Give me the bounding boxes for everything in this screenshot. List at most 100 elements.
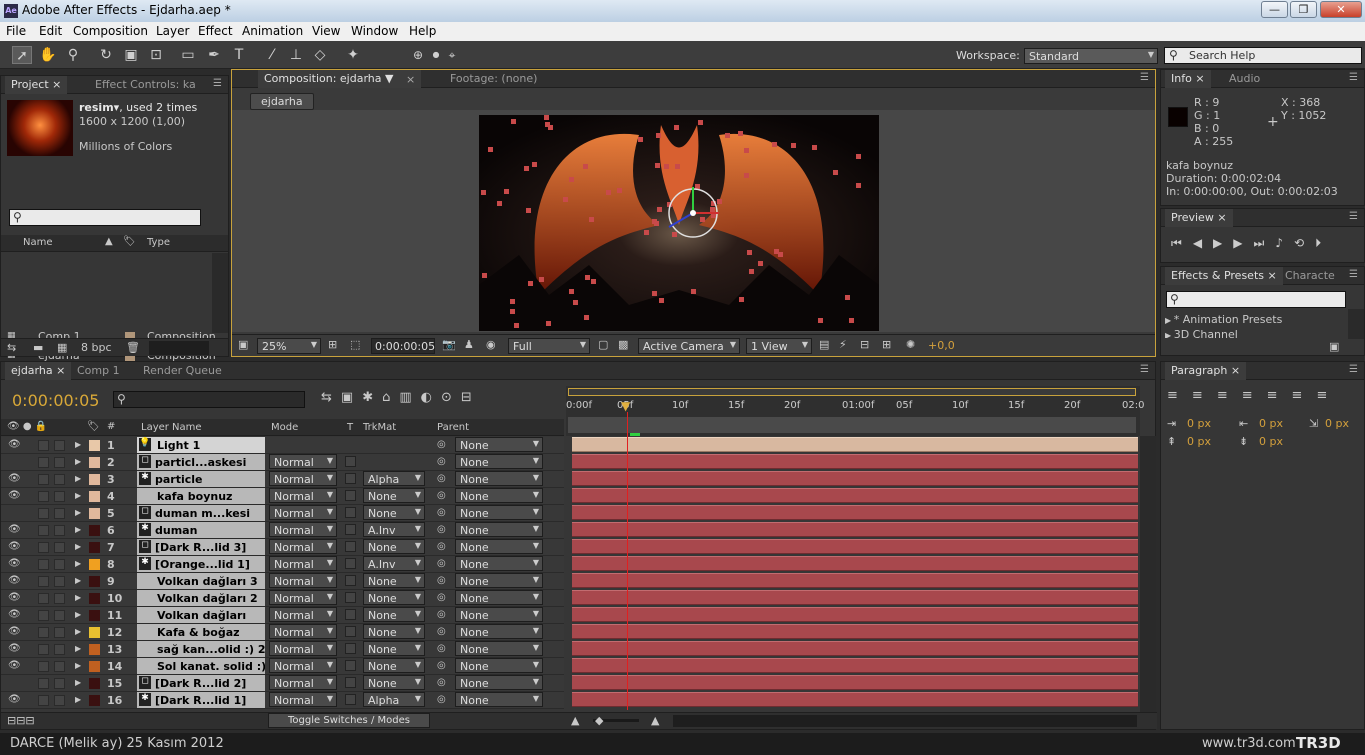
column-mode[interactable]: Mode [271,422,298,433]
toggle-pixel-aspect-icon[interactable]: ▤ [819,338,829,351]
timeline-vscroll[interactable] [1140,436,1156,712]
layer-name[interactable]: Volkan dağları [157,609,265,622]
expand-triangle-icon[interactable]: ▶ [75,627,81,636]
indent-left-value[interactable]: 0 px [1187,417,1211,430]
solo-switch[interactable] [38,525,49,536]
pen-tool-icon[interactable]: ✒ [204,46,224,64]
zoom-slider-thumb-icon[interactable]: ◆ [595,714,603,727]
layer-name[interactable]: Volkan dağları 3 [157,575,265,588]
blend-mode-dropdown[interactable]: Normal [269,658,337,673]
layer-search-input[interactable] [113,391,305,408]
clone-stamp-tool-icon[interactable]: ⊥ [286,46,306,64]
indent-right-value[interactable]: 0 px [1259,417,1283,430]
solo-switch[interactable] [38,695,49,706]
lock-switch[interactable] [54,695,65,706]
track-matte-dropdown[interactable]: None [363,624,425,639]
lock-switch[interactable] [54,474,65,485]
eraser-tool-icon[interactable]: ◇ [310,46,330,64]
trash-icon[interactable]: 🗑 [126,341,140,354]
project-hscroll[interactable] [149,341,209,355]
preserve-transparency-switch[interactable] [345,507,356,518]
label-swatch[interactable] [89,559,100,570]
layer-row[interactable]: 👁 ▶ 10 Volkan dağları 2 Normal None ◎ No… [1,590,564,607]
solo-switch[interactable] [38,491,49,502]
layer-row[interactable]: 👁 ▶ 8 ✱ [Orange...lid 1] Normal A.Inv ◎ … [1,556,564,573]
track-matte-dropdown[interactable]: None [363,658,425,673]
expand-triangle-icon[interactable]: ▶ [75,610,81,619]
workspace-dropdown[interactable]: Standard [1024,48,1158,64]
comp-mini-flowchart-icon[interactable]: ⇆ [321,390,341,405]
eye-icon[interactable]: 👁 [8,575,21,586]
layer-duration-bar[interactable] [572,692,1138,707]
parent-dropdown[interactable]: None [455,607,543,622]
transparency-grid-icon[interactable]: ▩ [618,338,628,351]
comp-flowchart-icon[interactable]: ⊞ [882,338,891,351]
label-column-icon[interactable]: 🏷 [87,421,100,432]
space-before-value[interactable]: 0 px [1187,435,1211,448]
pan-behind-tool-icon[interactable]: ⊡ [146,46,166,64]
lock-switch[interactable] [54,457,65,468]
layer-name[interactable]: [Orange...lid 1] [155,558,263,571]
layer-row[interactable]: 👁 ▶ 13 sağ kan...olid :) 2 Normal None ◎… [1,641,564,658]
preserve-transparency-switch[interactable] [345,541,356,552]
blend-mode-dropdown[interactable]: Normal [269,539,337,554]
layer-name[interactable]: [Dark R...lid 2] [155,677,263,690]
preserve-transparency-switch[interactable] [345,626,356,637]
last-frame-icon[interactable]: ⏭ [1254,236,1276,250]
av-features-icon[interactable]: 👁 ● 🔒 [7,421,47,432]
work-area-bar[interactable] [568,417,1136,433]
layer-name[interactable]: Volkan dağları 2 [157,592,265,605]
menu-composition[interactable]: Composition [73,24,148,38]
layer-duration-bar[interactable] [572,488,1138,503]
snapshot-icon[interactable]: 📷 [442,338,456,351]
parent-dropdown[interactable]: None [455,505,543,520]
rectangle-tool-icon[interactable]: ▭ [178,46,198,64]
pick-whip-icon[interactable]: ◎ [437,643,446,654]
region-of-interest-icon[interactable]: ▢ [598,338,608,351]
view-layout-dropdown[interactable]: 1 View [746,338,812,354]
eye-icon[interactable]: 👁 [8,524,21,535]
solo-switch[interactable] [38,457,49,468]
blend-mode-dropdown[interactable]: Normal [269,607,337,622]
camera-tool-icon[interactable]: ▣ [121,46,141,64]
show-snapshot-icon[interactable]: ♟ [464,338,474,351]
search-help-input[interactable]: Search Help [1164,47,1362,64]
layer-row[interactable]: 👁 ▶ 12 Kafa & boğaz Normal None ◎ None [1,624,564,641]
label-swatch[interactable] [89,474,100,485]
pick-whip-icon[interactable]: ◎ [437,541,446,552]
blend-mode-dropdown[interactable]: Normal [269,471,337,486]
timeline-hscroll[interactable] [673,715,1137,727]
view-axis-icon[interactable]: ⌖ [442,46,462,64]
magnification-dropdown[interactable]: 25% [257,338,321,354]
blend-mode-dropdown[interactable]: Normal [269,556,337,571]
preserve-transparency-switch[interactable] [345,677,356,688]
menu-effect[interactable]: Effect [198,24,233,38]
eye-icon[interactable]: 👁 [8,660,21,671]
track-matte-dropdown[interactable]: A.Inv [363,522,425,537]
lock-switch[interactable] [54,542,65,553]
pick-whip-icon[interactable]: ◎ [437,456,446,467]
parent-dropdown[interactable]: None [455,573,543,588]
label-swatch[interactable] [89,457,100,468]
previous-frame-icon[interactable]: ◀ [1193,236,1213,250]
layer-duration-bar[interactable] [572,641,1138,656]
exposure-reset-icon[interactable]: ✺ [906,338,915,351]
timeline-icon[interactable]: ⊟ [860,338,869,351]
panel-menu-icon[interactable]: ☰ [1349,72,1358,83]
panel-menu-icon[interactable]: ☰ [1349,211,1358,222]
label-swatch[interactable] [89,576,100,587]
column-type[interactable]: Type [147,237,170,248]
pick-whip-icon[interactable]: ◎ [437,575,446,586]
menu-window[interactable]: Window [351,24,398,38]
new-folder-icon[interactable]: ▬ [33,341,43,354]
zoom-tool-icon[interactable]: ⚲ [63,46,83,64]
layer-duration-bar[interactable] [572,658,1138,673]
preserve-transparency-switch[interactable] [345,558,356,569]
eye-icon[interactable]: 👁 [8,490,21,501]
solo-switch[interactable] [38,661,49,672]
tab-character[interactable]: Characte [1279,267,1339,285]
lock-switch[interactable] [54,525,65,536]
parent-dropdown[interactable]: None [455,471,543,486]
layer-row[interactable]: 👁 ▶ 4 kafa boynuz Normal None ◎ None [1,488,564,505]
lock-switch[interactable] [54,440,65,451]
